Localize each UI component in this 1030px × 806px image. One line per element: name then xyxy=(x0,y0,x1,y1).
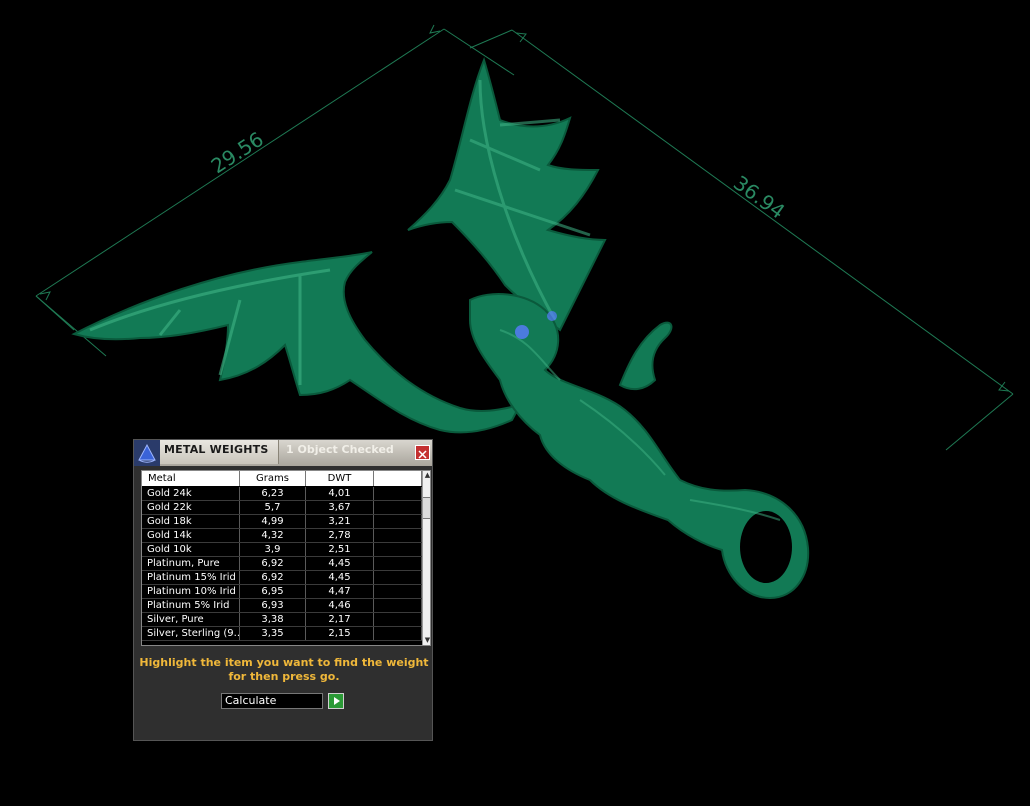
dragon-right-wing xyxy=(407,56,607,332)
metal-weights-table[interactable]: Metal Grams DWT Gold 24k 6,23 4,01 Gold 22… xyxy=(141,470,431,646)
cell-extra xyxy=(374,557,422,570)
table-row[interactable]: Gold 22k 5,7 3,67 xyxy=(142,501,422,515)
cell-extra xyxy=(374,501,422,514)
table-row[interactable]: Platinum, Pure 6,92 4,45 xyxy=(142,557,422,571)
cell-dwt: 3,67 xyxy=(306,501,374,514)
cell-metal: Silver, Sterling (9... xyxy=(142,627,240,640)
cell-extra xyxy=(374,613,422,626)
cell-extra xyxy=(374,585,422,598)
cell-metal: Gold 24k xyxy=(142,487,240,500)
metal-weights-panel: METAL WEIGHTS 1 Object Checked Metal Gra… xyxy=(133,439,433,741)
table-row[interactable]: Platinum 5% Irid 6,93 4,46 xyxy=(142,599,422,613)
cell-metal: Gold 10k xyxy=(142,543,240,556)
cell-dwt: 4,45 xyxy=(306,557,374,570)
cell-grams: 6,92 xyxy=(240,571,306,584)
cell-extra xyxy=(374,571,422,584)
table-scrollbar[interactable]: ▲ ▼ xyxy=(422,471,430,645)
cell-dwt: 2,17 xyxy=(306,613,374,626)
cell-metal: Platinum 5% Irid xyxy=(142,599,240,612)
app-logo-icon xyxy=(134,440,160,466)
calculate-dropdown[interactable]: Calculate xyxy=(221,693,323,709)
cell-grams: 3,38 xyxy=(240,613,306,626)
cell-dwt: 4,46 xyxy=(306,599,374,612)
cell-dwt: 4,01 xyxy=(306,487,374,500)
cell-dwt: 4,47 xyxy=(306,585,374,598)
dimension-label-length: 36.94 xyxy=(729,171,789,224)
cell-grams: 3,35 xyxy=(240,627,306,640)
table-body: Gold 24k 6,23 4,01 Gold 22k 5,7 3,67 Gold 18… xyxy=(142,487,422,641)
cell-grams: 6,93 xyxy=(240,599,306,612)
cell-extra xyxy=(374,487,422,500)
column-header-extra[interactable] xyxy=(374,471,422,486)
table-row[interactable]: Silver, Pure 3,38 2,17 xyxy=(142,613,422,627)
cell-metal: Gold 18k xyxy=(142,515,240,528)
table-row[interactable]: Gold 24k 6,23 4,01 xyxy=(142,487,422,501)
scroll-down-icon[interactable]: ▼ xyxy=(423,636,430,645)
cell-extra xyxy=(374,599,422,612)
cell-grams: 4,32 xyxy=(240,529,306,542)
cell-grams: 5,7 xyxy=(240,501,306,514)
column-header-grams[interactable]: Grams xyxy=(240,471,306,486)
close-icon[interactable] xyxy=(415,445,430,460)
cell-dwt: 2,51 xyxy=(306,543,374,556)
dragon-left-wing xyxy=(71,251,522,434)
cell-extra xyxy=(374,627,422,640)
table-row[interactable]: Silver, Sterling (9... 3,35 2,15 xyxy=(142,627,422,641)
cell-grams: 6,95 xyxy=(240,585,306,598)
cell-grams: 3,9 xyxy=(240,543,306,556)
table-row[interactable]: Gold 14k 4,32 2,78 xyxy=(142,529,422,543)
cell-extra xyxy=(374,515,422,528)
cell-metal: Platinum, Pure xyxy=(142,557,240,570)
cell-dwt: 2,78 xyxy=(306,529,374,542)
cell-metal: Silver, Pure xyxy=(142,613,240,626)
table-row[interactable]: Gold 10k 3,9 2,51 xyxy=(142,543,422,557)
table-row[interactable]: Platinum 10% Irid 6,95 4,47 xyxy=(142,585,422,599)
column-header-dwt[interactable]: DWT xyxy=(306,471,374,486)
column-header-metal[interactable]: Metal xyxy=(142,471,240,486)
instruction-text: Highlight the item you want to find the … xyxy=(139,656,429,683)
table-row[interactable]: Platinum 15% Irid 6,92 4,45 xyxy=(142,571,422,585)
panel-title: METAL WEIGHTS xyxy=(164,443,269,456)
scroll-up-icon[interactable]: ▲ xyxy=(423,471,430,480)
cell-metal: Gold 14k xyxy=(142,529,240,542)
cell-grams: 6,92 xyxy=(240,557,306,570)
scroll-thumb[interactable] xyxy=(423,497,430,519)
cell-metal: Platinum 10% Irid xyxy=(142,585,240,598)
go-button[interactable] xyxy=(328,693,344,709)
cell-dwt: 3,21 xyxy=(306,515,374,528)
cell-dwt: 4,45 xyxy=(306,571,374,584)
cell-extra xyxy=(374,543,422,556)
cell-dwt: 2,15 xyxy=(306,627,374,640)
cell-metal: Gold 22k xyxy=(142,501,240,514)
table-header: Metal Grams DWT xyxy=(142,471,422,486)
dimension-label-width: 29.56 xyxy=(207,127,268,178)
cell-grams: 6,23 xyxy=(240,487,306,500)
cell-metal: Platinum 15% Irid xyxy=(142,571,240,584)
object-checked-status: 1 Object Checked xyxy=(286,443,394,456)
cell-grams: 4,99 xyxy=(240,515,306,528)
panel-titlebar[interactable]: METAL WEIGHTS 1 Object Checked xyxy=(134,440,432,466)
table-row[interactable]: Gold 18k 4,99 3,21 xyxy=(142,515,422,529)
cell-extra xyxy=(374,529,422,542)
